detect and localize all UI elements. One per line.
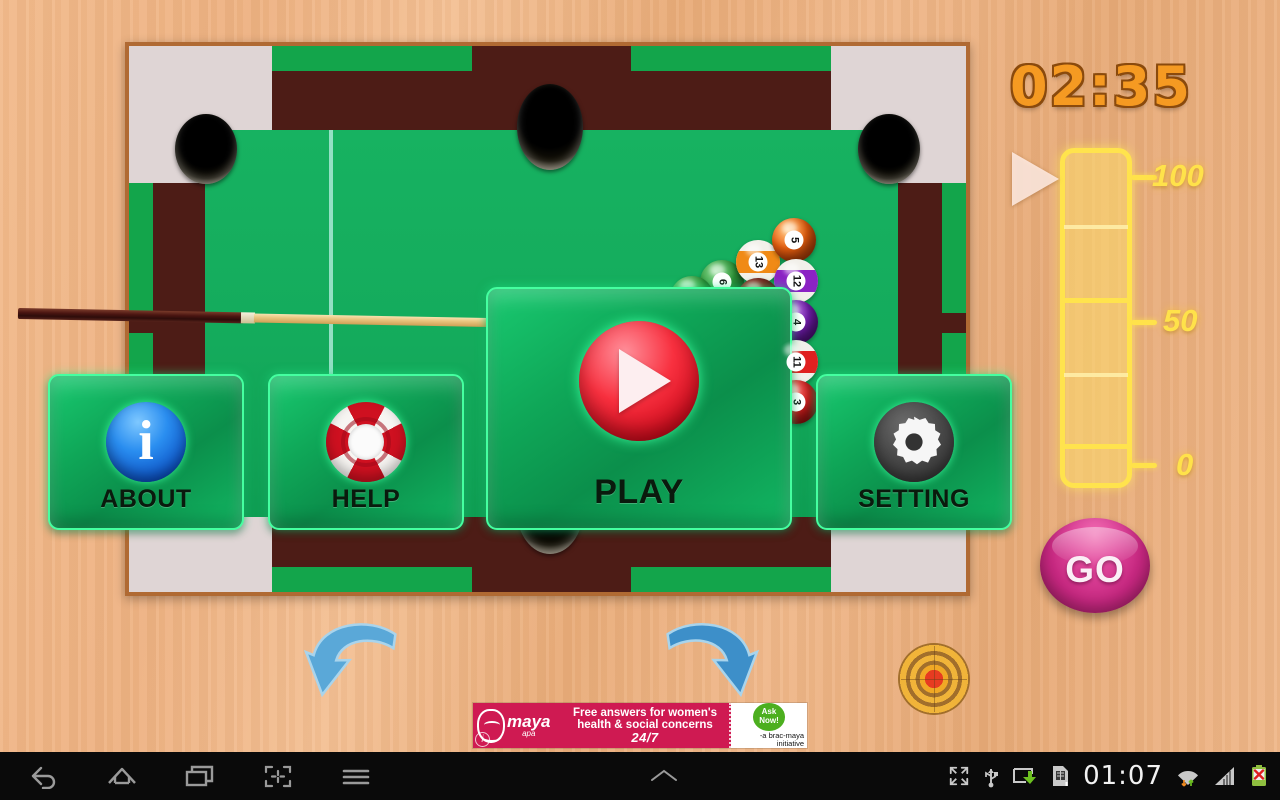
ad-initiative-line-2: initiative	[776, 738, 804, 748]
power-slider-segment	[1064, 373, 1128, 377]
expand-chevron[interactable]	[380, 766, 948, 786]
ad-main[interactable]: maya apa Free answers for women's health…	[473, 703, 731, 748]
power-label-50: 50	[1163, 303, 1198, 338]
usb-icon	[983, 764, 999, 788]
setting-button-label: SETTING	[858, 485, 970, 513]
power-tick-50	[1131, 320, 1157, 325]
play-triangle	[619, 349, 671, 413]
sim-card-icon	[1051, 764, 1070, 788]
power-slider[interactable]	[1060, 148, 1132, 488]
ball-number: 12	[786, 271, 806, 291]
pocket-top-center	[517, 84, 583, 170]
ad-line-2: health & social concerns	[577, 718, 713, 731]
play-button-label: PLAY	[594, 473, 684, 511]
screencast-icon	[1012, 765, 1038, 787]
info-icon-glyph: i	[138, 409, 154, 472]
help-button[interactable]: HELP	[268, 374, 464, 530]
head-string-line	[329, 130, 333, 379]
power-slider-segment	[1064, 298, 1128, 303]
target-crosshair-horizontal	[900, 679, 968, 680]
power-label-0: 0	[1176, 447, 1194, 482]
rail-strip	[272, 46, 472, 71]
game-timer: 02:35	[1010, 55, 1192, 118]
status-clock: 01:07	[1083, 761, 1163, 791]
billiard-ball: 5	[772, 218, 816, 262]
rail-strip	[942, 183, 966, 313]
ad-cta-panel[interactable]: Ask Now! -a brac-maya initiative	[731, 703, 807, 748]
rail-strip	[272, 567, 472, 592]
status-icons-group: 01:07	[948, 761, 1280, 791]
ad-banner[interactable]: maya apa Free answers for women's health…	[473, 703, 807, 748]
power-slider-segment	[1064, 444, 1128, 449]
wifi-icon	[1176, 764, 1200, 788]
about-button-label: ABOUT	[100, 485, 192, 513]
screenshot-button[interactable]	[254, 756, 302, 796]
pocket-top-left	[175, 114, 237, 184]
rail-strip	[631, 567, 831, 592]
gear-icon	[874, 402, 954, 482]
ad-copy: Free answers for women's health & social…	[561, 707, 729, 745]
home-button[interactable]	[98, 756, 146, 796]
ad-initiative: -a brac-maya initiative	[734, 731, 804, 749]
power-slider-thumb[interactable]	[1012, 152, 1059, 206]
ask-now-line-2: Now!	[759, 715, 779, 725]
cue-butt	[17, 308, 244, 324]
power-label-100: 100	[1152, 158, 1204, 193]
help-button-label: HELP	[331, 485, 401, 513]
ad-brand: maya apa	[507, 713, 550, 738]
menu-button[interactable]	[332, 756, 380, 796]
rail-strip	[129, 183, 153, 313]
battery-error-icon	[1250, 764, 1268, 788]
rotate-left-icon[interactable]	[303, 621, 408, 706]
ad-brand-sub: apa	[522, 729, 536, 738]
back-button[interactable]	[20, 756, 68, 796]
power-slider-track	[1060, 148, 1132, 488]
ball-number: 11	[786, 352, 806, 372]
fullscreen-icon[interactable]	[948, 765, 970, 787]
ad-line-3: 24/7	[631, 729, 659, 745]
pocket-top-right	[858, 114, 920, 184]
android-navigation-bar: 01:07	[0, 752, 1280, 800]
signal-icon	[1213, 765, 1237, 787]
nav-buttons-group	[0, 756, 380, 796]
play-button[interactable]: PLAY	[486, 287, 792, 530]
ball-number: 13	[748, 252, 768, 272]
power-tick-0	[1131, 463, 1157, 468]
about-button[interactable]: i ABOUT	[48, 374, 244, 530]
setting-button[interactable]: SETTING	[816, 374, 1012, 530]
go-button[interactable]: GO	[1040, 518, 1150, 613]
rail-strip	[631, 46, 831, 71]
ad-line-1: Free answers for women's	[573, 706, 717, 719]
go-button-label: GO	[1065, 549, 1125, 590]
game-screen: 6 13 5 12 4 11 3 i ABOUT HELP PLAY SETTI…	[0, 0, 1280, 800]
lifebuoy-icon	[326, 402, 406, 482]
info-icon: i	[106, 402, 186, 482]
recents-button[interactable]	[176, 756, 224, 796]
target-icon[interactable]	[898, 643, 970, 715]
lifebuoy-hole	[348, 424, 384, 460]
play-icon	[579, 321, 699, 441]
rotate-right-icon[interactable]	[655, 621, 760, 706]
ad-info-icon[interactable]: i	[475, 732, 490, 747]
power-slider-segment	[1064, 225, 1128, 229]
ball-number: 5	[784, 230, 804, 250]
ask-now-button[interactable]: Ask Now!	[753, 703, 785, 731]
